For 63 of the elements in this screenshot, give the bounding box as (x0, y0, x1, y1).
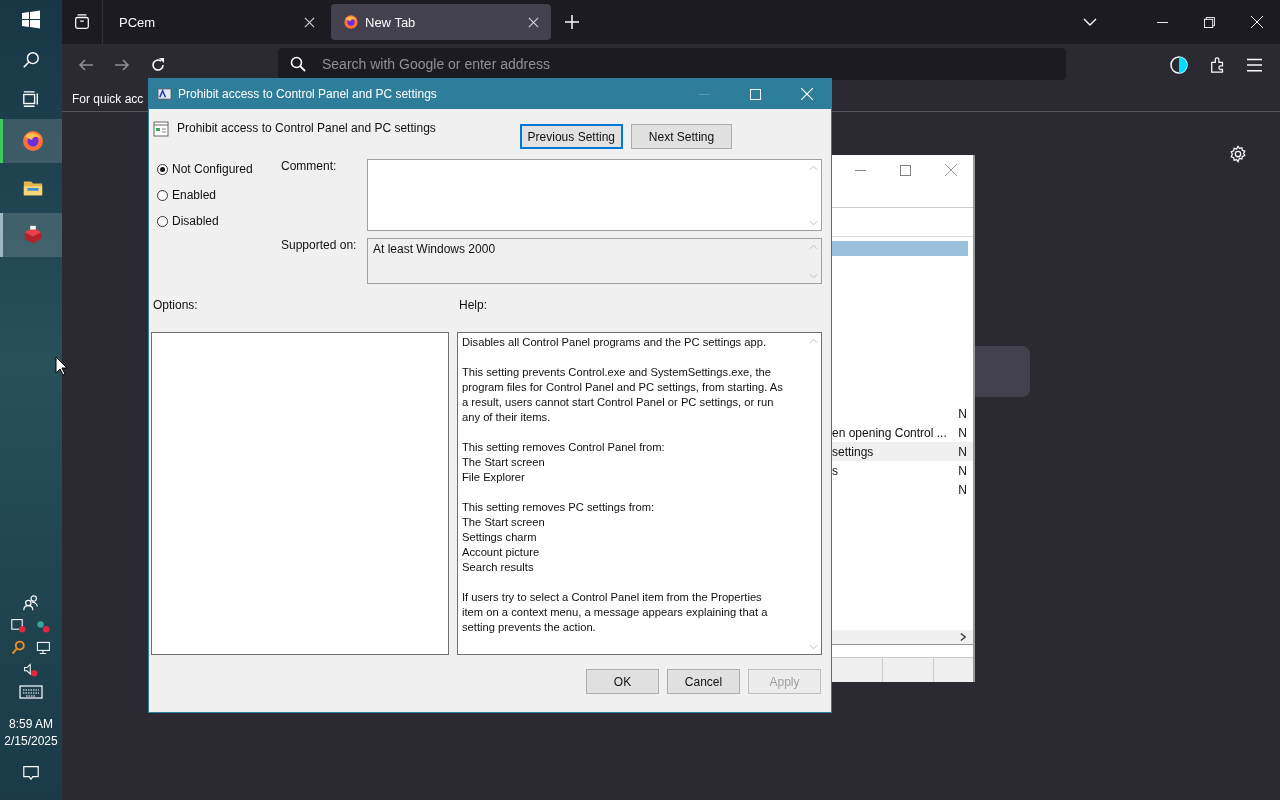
help-paragraph: This setting prevents Control.exe and SystemSettings.exe, the program files for Control Panel and PC settings, from starting. As a result, users cannot start Control Panel or PC settings, or run any of their items. (462, 365, 784, 425)
tray-network-error-icon[interactable] (34, 618, 52, 634)
help-paragraph: Disables all Control Panel programs and the PC settings app. (462, 335, 768, 350)
dialog-button[interactable]: OK (586, 669, 659, 694)
maximize-icon[interactable] (900, 164, 911, 176)
taskbar-app[interactable] (0, 119, 62, 163)
shortcut-tile[interactable] (975, 346, 1030, 397)
keyboard-icon[interactable] (19, 684, 43, 700)
close-icon[interactable] (528, 16, 539, 28)
policy-row[interactable]: s N (832, 461, 973, 480)
horizontal-scrollbar[interactable] (832, 630, 973, 645)
options-label: Options: (153, 298, 199, 314)
help-label: Help: (459, 298, 487, 314)
restore-icon[interactable] (1204, 16, 1215, 28)
task-view-icon[interactable] (22, 90, 40, 108)
windows-logo-icon[interactable] (21, 10, 41, 30)
radio-option[interactable]: Not Configured (157, 162, 281, 176)
close-icon[interactable] (304, 16, 315, 28)
setting-icon (153, 121, 169, 137)
policy-row[interactable]: N (832, 480, 973, 499)
policy-row[interactable]: en opening Control ... N (832, 423, 973, 442)
firefox-icon (343, 14, 359, 30)
menu-icon[interactable] (1247, 58, 1262, 72)
tray-speaker-muted-icon[interactable] (22, 662, 40, 678)
dialog-button[interactable]: Cancel (667, 669, 740, 694)
taskbar-app[interactable] (0, 213, 62, 257)
help-paragraph: This setting removes PC settings from: The Start screen Settings charm Account picture Search results (462, 500, 656, 575)
policy-icon (157, 86, 172, 102)
new-tab-icon[interactable] (565, 15, 579, 29)
contrast-icon[interactable] (1169, 55, 1189, 75)
browser-tab[interactable]: New Tab (331, 4, 551, 40)
notification-icon[interactable] (22, 764, 40, 782)
forward-icon[interactable] (114, 57, 130, 73)
back-icon[interactable] (78, 57, 94, 73)
tray-warning-icon[interactable] (10, 618, 28, 634)
radio-option[interactable]: Enabled (157, 188, 281, 202)
search-icon[interactable] (22, 51, 40, 69)
clock[interactable]: 8:59 AM 2/15/2025 (4, 716, 58, 750)
tray-magnifier-icon[interactable] (10, 640, 28, 656)
window-title: Prohibit access to Control Panel and PC settings (178, 87, 437, 101)
nav-button[interactable]: Next Setting (631, 124, 732, 149)
cursor-icon (55, 356, 67, 376)
browser-tab[interactable]: PCem (107, 4, 327, 40)
settings-icon[interactable] (1229, 145, 1247, 163)
firefox-icon (20, 129, 45, 153)
notice-text: For quick acc (72, 91, 144, 106)
reload-icon[interactable] (150, 57, 166, 73)
radio-option[interactable]: Disabled (157, 214, 281, 228)
nav-button[interactable]: Previous Setting (519, 124, 623, 149)
supported-on-field: At least Windows 2000 (367, 238, 822, 284)
help-paragraph: This setting removes Control Panel from: The Start screen File Explorer (462, 440, 666, 485)
setting-name: Prohibit access to Control Panel and PC settings (177, 121, 436, 135)
tab-list-icon[interactable] (73, 13, 91, 31)
help-paragraph: If users try to select a Control Panel item from the Properties item on a context menu, a message appears explaining that a setting prevents the action. (462, 590, 769, 635)
people-icon[interactable] (22, 594, 40, 612)
field-label: Comment: (281, 159, 338, 175)
chevron-down-icon[interactable] (1083, 18, 1097, 26)
field-label: Supported on: (281, 238, 358, 254)
policy-row[interactable]: N (832, 404, 973, 423)
tray-monitor-icon[interactable] (34, 640, 52, 656)
address-field[interactable]: Search with Google or enter address (278, 48, 1066, 80)
policy-row[interactable]: settings N (832, 442, 973, 461)
chevron-right-icon[interactable] (960, 632, 967, 642)
